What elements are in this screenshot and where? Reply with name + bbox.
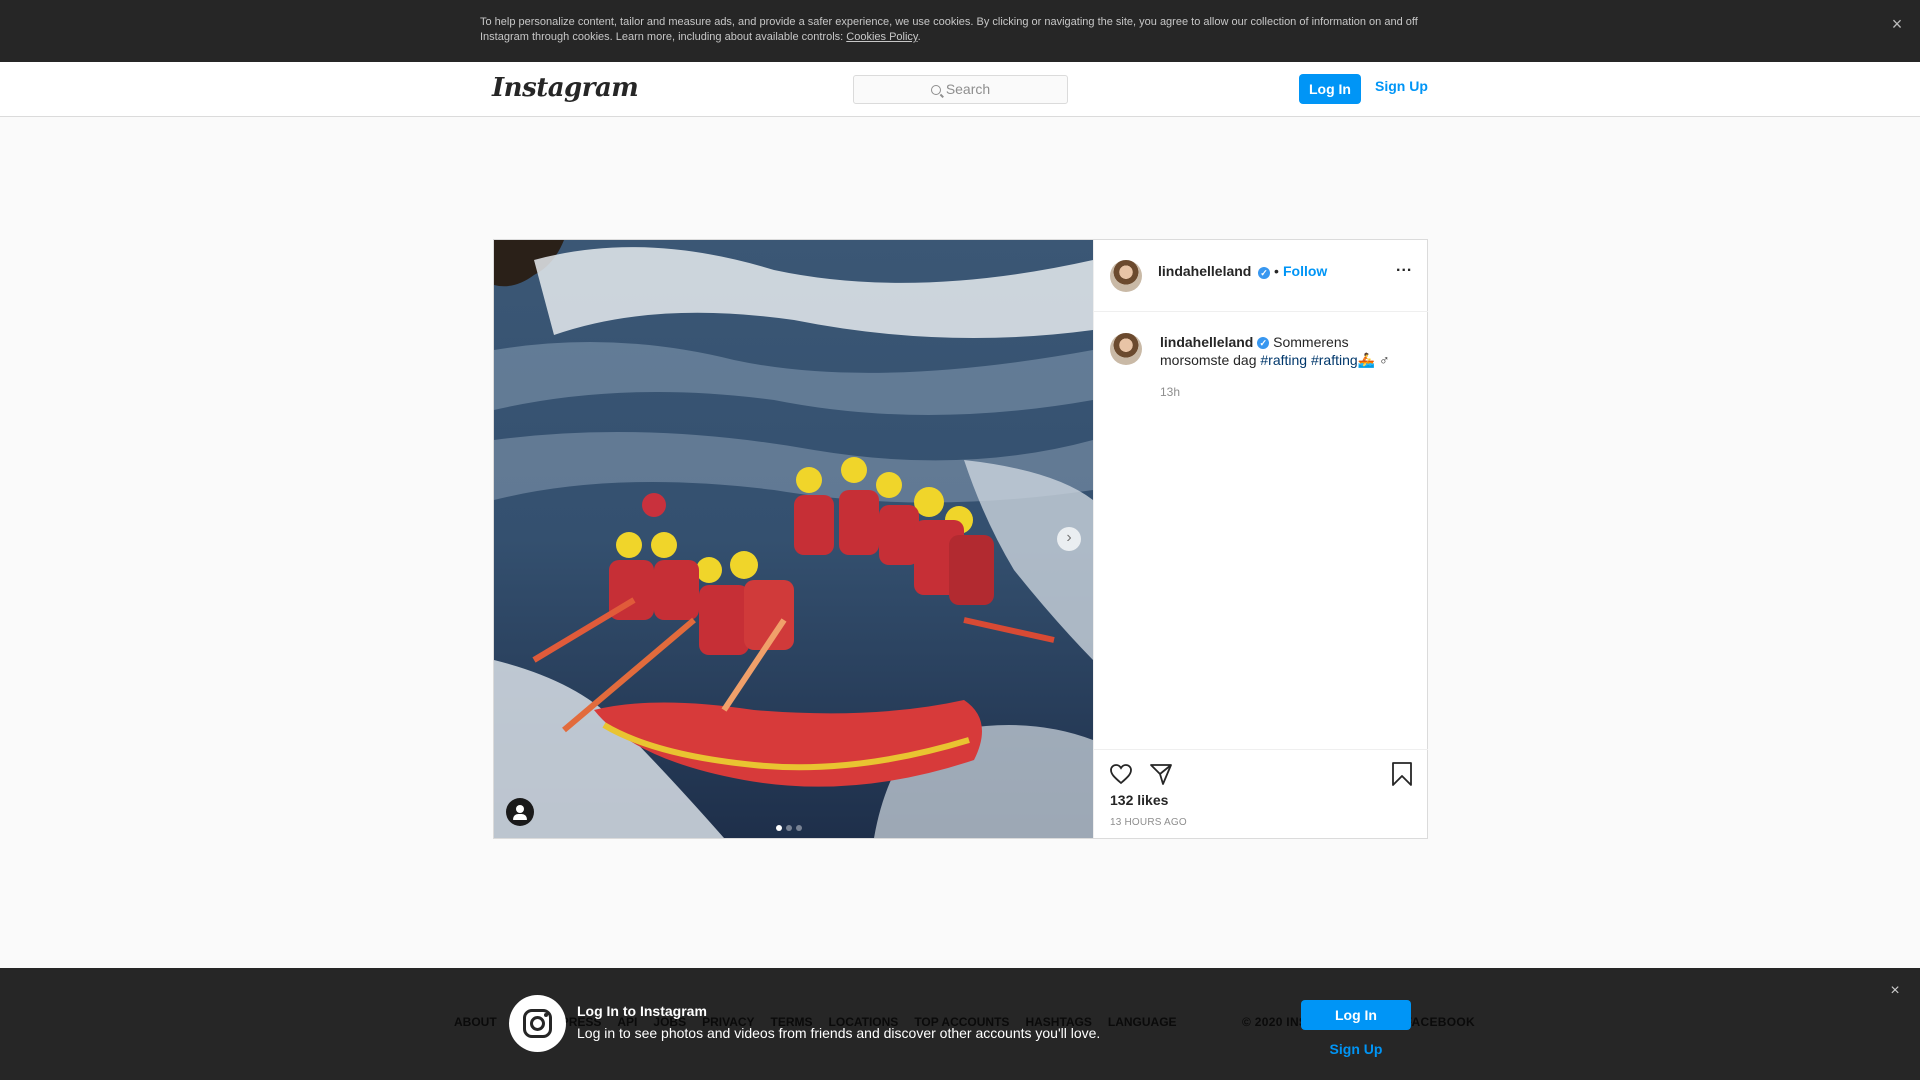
post-card: › lindahelleland ✓ • Follow ... lindahel… xyxy=(493,239,1428,839)
caption-avatar[interactable] xyxy=(1110,333,1142,365)
instagram-logo[interactable]: Instagram xyxy=(492,73,639,103)
hashtag-link[interactable]: #rafting xyxy=(1260,352,1307,368)
login-button[interactable]: Log In xyxy=(1299,74,1361,104)
follow-button[interactable]: Follow xyxy=(1283,263,1327,279)
carousel-dot xyxy=(796,825,802,831)
login-prompt-bar: ABOUTHELPPRESSAPIJOBSPRIVACYTERMSLOCATIO… xyxy=(0,968,1920,1080)
like-heart-icon[interactable] xyxy=(1109,762,1133,786)
cookie-message: To help personalize content, tailor and … xyxy=(480,16,1418,43)
close-icon[interactable]: × xyxy=(1886,982,1904,1000)
login-prompt-subtitle: Log in to see photos and videos from fri… xyxy=(577,1025,1101,1041)
bottom-signup-link[interactable]: Sign Up xyxy=(1301,1041,1411,1057)
post-photo[interactable]: › xyxy=(494,240,1093,838)
search-placeholder: Search xyxy=(945,81,991,97)
bookmark-icon[interactable] xyxy=(1390,761,1414,787)
post-sidebar: lindahelleland ✓ • Follow ... lindahelle… xyxy=(1093,240,1428,838)
caption-emoji: 🚣 ♂ xyxy=(1357,352,1390,368)
share-icon[interactable] xyxy=(1149,762,1173,786)
tagged-user-icon[interactable] xyxy=(506,798,534,826)
cookie-close-icon[interactable]: × xyxy=(1887,14,1907,34)
cookie-text: To help personalize content, tailor and … xyxy=(480,15,1430,45)
post-caption: lindahelleland ✓ Sommerens morsomste dag… xyxy=(1160,333,1410,369)
user-head xyxy=(516,805,524,813)
login-prompt-title: Log In to Instagram xyxy=(577,1003,707,1019)
cookies-policy-link[interactable]: Cookies Policy xyxy=(846,31,917,43)
footer-link[interactable]: LANGUAGE xyxy=(1108,1015,1177,1029)
signup-link[interactable]: Sign Up xyxy=(1375,78,1428,94)
caption-timestamp[interactable]: 13h xyxy=(1160,385,1180,399)
cookie-banner: To help personalize content, tailor and … xyxy=(0,0,1920,62)
verified-badge-icon: ✓ xyxy=(1258,267,1270,279)
carousel-dot xyxy=(786,825,792,831)
footer-link[interactable]: ABOUT xyxy=(454,1015,497,1029)
search-icon xyxy=(930,85,941,95)
user-body xyxy=(513,814,527,820)
hashtag-link[interactable]: #rafting xyxy=(1311,352,1358,368)
bottom-login-button[interactable]: Log In xyxy=(1301,1000,1411,1030)
caption-username[interactable]: lindahelleland xyxy=(1160,334,1253,350)
carousel-indicator xyxy=(776,818,806,836)
post-actions: 132 likes 13 HOURS AGO xyxy=(1094,749,1428,838)
avatar[interactable] xyxy=(1110,260,1142,292)
more-options-icon[interactable]: ... xyxy=(1396,258,1412,276)
carousel-dot xyxy=(776,825,782,831)
verified-badge-icon: ✓ xyxy=(1257,337,1270,350)
top-nav: Instagram Search Log In Sign Up xyxy=(0,62,1920,117)
rafting-photo xyxy=(494,240,1093,838)
cookie-period: . xyxy=(917,31,921,43)
next-image-arrow[interactable]: › xyxy=(1057,527,1081,551)
post-header: lindahelleland ✓ • Follow ... xyxy=(1094,240,1428,312)
post-username[interactable]: lindahelleland xyxy=(1158,263,1251,279)
instagram-glyph-icon xyxy=(509,995,566,1052)
search-input[interactable]: Search xyxy=(853,75,1068,104)
likes-count[interactable]: 132 likes xyxy=(1110,792,1168,808)
follow-separator: • xyxy=(1274,263,1279,279)
post-timestamp[interactable]: 13 HOURS AGO xyxy=(1110,817,1187,828)
